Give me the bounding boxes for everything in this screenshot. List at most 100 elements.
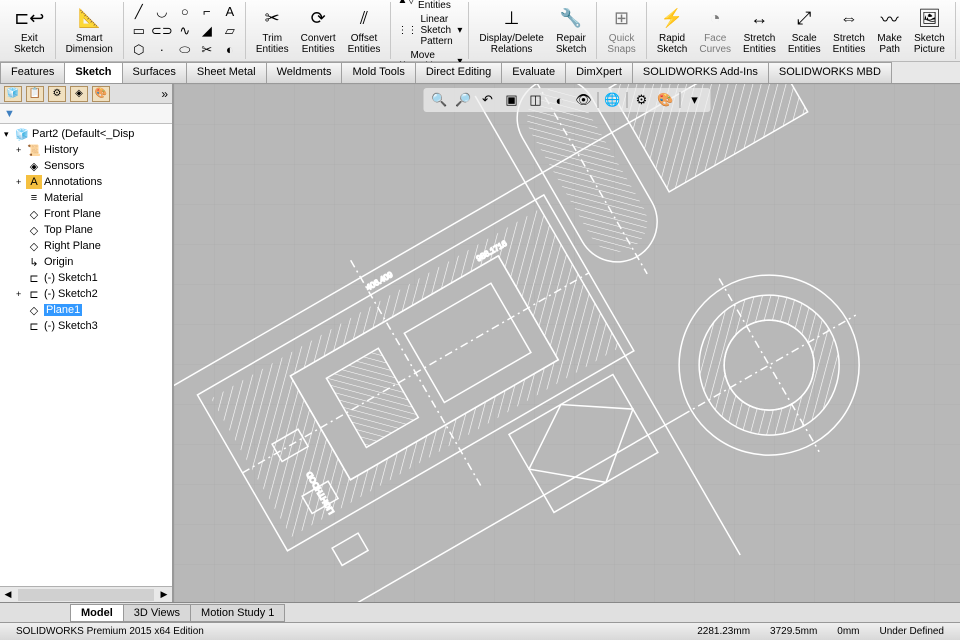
zoom-area-icon[interactable]: 🔎 <box>454 90 474 110</box>
tree-item-sensors[interactable]: ◈Sensors <box>2 158 170 174</box>
rapid-sketch-button[interactable]: ⚡ RapidSketch <box>651 5 694 57</box>
offset-entities-button[interactable]: ⫽ OffsetEntities <box>342 5 387 57</box>
cmd-tab-mold-tools[interactable]: Mold Tools <box>341 62 415 83</box>
repair-icon: 🔧 <box>559 7 583 31</box>
tree-item-icon: ◇ <box>26 207 42 221</box>
mirror-entities-button[interactable]: ▲▽ Mirror Entities <box>395 0 464 12</box>
arc-tool-icon[interactable]: ◡ <box>151 3 173 21</box>
bottom-tab-3d-views[interactable]: 3D Views <box>123 604 191 622</box>
tree-item-icon: A <box>26 175 42 189</box>
circle-tool-icon[interactable]: ○ <box>174 3 196 21</box>
scroll-left-icon[interactable]: ◀ <box>0 589 16 600</box>
display-delete-label: Display/DeleteRelations <box>479 33 543 55</box>
expand-panel-icon[interactable]: » <box>161 87 168 101</box>
view-settings-icon[interactable]: ⚙ <box>632 90 652 110</box>
display-style-icon[interactable]: ◐ <box>550 90 570 110</box>
ellipse-tool-icon[interactable]: ⬭ <box>174 41 196 59</box>
exit-sketch-button[interactable]: ⊏↩ ExitSketch <box>8 5 51 57</box>
cmd-tab-dimxpert[interactable]: DimXpert <box>565 62 633 83</box>
cmd-tab-weldments[interactable]: Weldments <box>266 62 343 83</box>
config-manager-tab-icon[interactable]: ⚙ <box>48 86 66 102</box>
property-manager-tab-icon[interactable]: 📋 <box>26 86 44 102</box>
pattern-icon: ⋮⋮ <box>397 25 417 36</box>
tree-hscrollbar[interactable]: ◀ ▶ <box>0 586 172 602</box>
display-manager-tab-icon[interactable]: 🎨 <box>92 86 110 102</box>
cmd-tab-sketch[interactable]: Sketch <box>64 62 122 83</box>
smart-dimension-button[interactable]: 📐 SmartDimension <box>60 5 119 57</box>
cmd-tab-surfaces[interactable]: Surfaces <box>122 62 187 83</box>
misc-tool-icon[interactable]: ◐ <box>219 41 241 59</box>
trim-entities-button[interactable]: ✂ TrimEntities <box>250 5 295 57</box>
tree-item-material-not-specified-[interactable]: ≡Material <box>2 190 170 206</box>
convert-entities-button[interactable]: ⟳ ConvertEntities <box>295 5 342 57</box>
zoom-fit-icon[interactable]: 🔍 <box>430 90 450 110</box>
exit-sketch-icon: ⊏↩ <box>17 7 41 31</box>
view-appearance-icon[interactable]: ▾ <box>685 90 705 110</box>
plane-tool-icon[interactable]: ▱ <box>219 22 241 40</box>
repair-sketch-button[interactable]: 🔧 RepairSketch <box>550 5 593 57</box>
section-view-icon[interactable]: ▣ <box>502 90 522 110</box>
linear-pattern-button[interactable]: ⋮⋮ Linear Sketch Pattern ▾ <box>395 13 464 48</box>
scroll-thumb[interactable] <box>18 589 154 601</box>
tree-item--sketch3[interactable]: ⊏(-) Sketch3 <box>2 318 170 334</box>
sketch-picture-button[interactable]: 🖼 SketchPicture <box>908 5 951 57</box>
drawing-canvas: 406.409 988.1716 LIGHTHOOD <box>174 84 960 602</box>
spline-tool-icon[interactable]: ∿ <box>174 22 196 40</box>
display-delete-relations-button[interactable]: ⊥ Display/DeleteRelations <box>473 5 549 57</box>
bottom-tab-model[interactable]: Model <box>70 604 124 622</box>
scale-icon: ⤢ <box>792 7 816 31</box>
scroll-right-icon[interactable]: ▶ <box>156 589 172 600</box>
face-curves-button[interactable]: ◔ FaceCurves <box>693 5 737 57</box>
view-orientation-icon[interactable]: ◫ <box>526 90 546 110</box>
apply-scene-icon[interactable]: 🌐 <box>603 90 623 110</box>
chamfer-tool-icon[interactable]: ◢ <box>196 22 218 40</box>
stretch-icon: ↔ <box>747 7 771 31</box>
hide-show-icon[interactable]: 👁 <box>574 90 594 110</box>
rectangle-tool-icon[interactable]: ▭ <box>128 22 150 40</box>
feature-tree-tab-icon[interactable]: 🧊 <box>4 86 22 102</box>
tree-root[interactable]: ▾🧊Part2 (Default<_Disp <box>2 126 170 142</box>
make-path-button[interactable]: 〰 MakePath <box>871 5 907 57</box>
stretch-entities-button[interactable]: ↔ StretchEntities <box>737 5 782 57</box>
tree-item-front-plane[interactable]: ◇Front Plane <box>2 206 170 222</box>
bottom-tabs: Model3D ViewsMotion Study 1 <box>0 602 960 622</box>
tree-item-plane1[interactable]: ◇Plane1 <box>2 302 170 318</box>
cmd-tab-sheet-metal[interactable]: Sheet Metal <box>186 62 267 83</box>
polygon-tool-icon[interactable]: ⬡ <box>128 41 150 59</box>
dimxpert-tab-icon[interactable]: ◈ <box>70 86 88 102</box>
bottom-tab-motion-study-1[interactable]: Motion Study 1 <box>190 604 285 622</box>
tree-item-history[interactable]: +📜History <box>2 142 170 158</box>
cmd-tab-solidworks-mbd[interactable]: SOLIDWORKS MBD <box>768 62 892 83</box>
path-icon: 〰 <box>878 7 902 31</box>
tree-item--sketch1[interactable]: ⊏(-) Sketch1 <box>2 270 170 286</box>
tree-item-top-plane[interactable]: ◇Top Plane <box>2 222 170 238</box>
point-tool-icon[interactable]: · <box>151 41 173 59</box>
text-tool-icon[interactable]: A <box>219 3 241 21</box>
tree-item-icon: ◇ <box>26 303 42 317</box>
cmd-tab-direct-editing[interactable]: Direct Editing <box>415 62 502 83</box>
line-tool-icon[interactable]: ╱ <box>128 3 150 21</box>
tree-item--sketch2[interactable]: +⊏(-) Sketch2 <box>2 286 170 302</box>
stretch-entities-2-button[interactable]: ⇔ StretchEntities <box>827 5 872 57</box>
edit-appearance-icon[interactable]: 🎨 <box>656 90 676 110</box>
tree-item-right-plane[interactable]: ◇Right Plane <box>2 238 170 254</box>
tree-item-origin[interactable]: ↳Origin <box>2 254 170 270</box>
quick-snaps-button[interactable]: ⊞ QuickSnaps <box>601 5 641 57</box>
slot-tool-icon[interactable]: ⊂⊃ <box>151 22 173 40</box>
scale-entities-button[interactable]: ⤢ ScaleEntities <box>782 5 827 57</box>
coord-y: 3729.5mm <box>770 626 817 637</box>
cmd-tab-features[interactable]: Features <box>0 62 65 83</box>
panel-tabs: 🧊 📋 ⚙ ◈ 🎨 » <box>0 84 172 104</box>
command-manager-tabs: FeaturesSketchSurfacesSheet MetalWeldmen… <box>0 62 960 84</box>
cmd-tab-evaluate[interactable]: Evaluate <box>501 62 566 83</box>
tree-item-annotations[interactable]: +AAnnotations <box>2 174 170 190</box>
convert-icon: ⟳ <box>306 7 330 31</box>
offset-label: OffsetEntities <box>348 33 381 55</box>
trim-icon2[interactable]: ✂ <box>196 41 218 59</box>
previous-view-icon[interactable]: ↶ <box>478 90 498 110</box>
fillet-tool-icon[interactable]: ⌐ <box>196 3 218 21</box>
graphics-viewport[interactable]: 🔍 🔎 ↶ ▣ ◫ ◐ 👁 🌐 ⚙ 🎨 ▾ <box>174 84 960 602</box>
filter-icon[interactable]: ▼ <box>4 108 15 120</box>
cmd-tab-solidworks-add-ins[interactable]: SOLIDWORKS Add-Ins <box>632 62 769 83</box>
smart-dimension-icon: 📐 <box>77 7 101 31</box>
